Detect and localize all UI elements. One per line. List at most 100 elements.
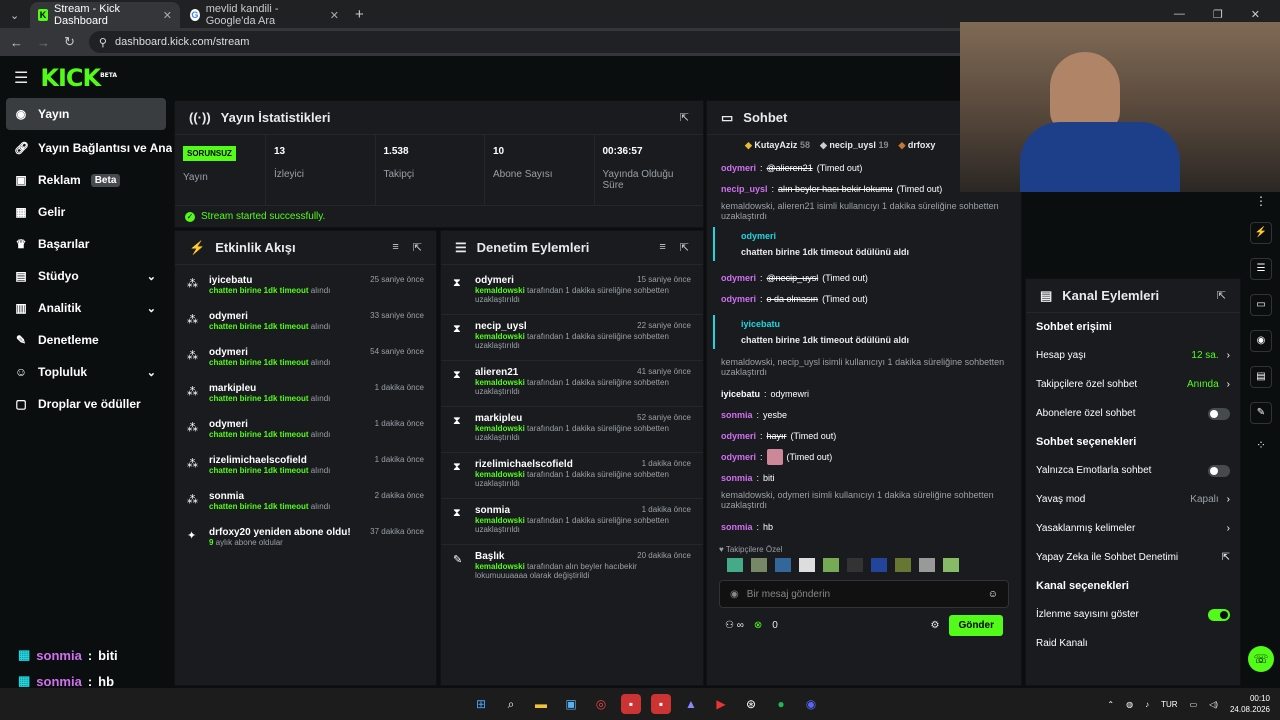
chat-username[interactable]: iyicebatu: [741, 319, 995, 329]
close-icon[interactable]: ✕: [330, 9, 339, 22]
sidebar-item-analytics[interactable]: ▥ Analitik ⌄: [0, 292, 172, 324]
filter-icon[interactable]: ≡: [659, 241, 665, 254]
steam-icon[interactable]: ⊛: [741, 694, 761, 714]
community-icon[interactable]: ⚇ ∞: [725, 620, 744, 631]
reload-icon[interactable]: ↻: [64, 34, 75, 50]
emoji-icon[interactable]: ☺: [988, 589, 998, 600]
emote-only-toggle[interactable]: [1208, 464, 1230, 477]
emote-icon[interactable]: [847, 558, 863, 572]
moderator-name[interactable]: kemaldowski: [475, 286, 525, 295]
tab-list-button[interactable]: ⌄: [2, 2, 28, 28]
emote-icon[interactable]: [751, 558, 767, 572]
chat-username[interactable]: odymeri: [721, 163, 756, 173]
chat-username[interactable]: sonmia: [721, 473, 753, 483]
emote-icon[interactable]: [823, 558, 839, 572]
chat-icon[interactable]: ▭: [1250, 294, 1272, 316]
search-icon[interactable]: ⌕: [501, 694, 521, 714]
sidebar-item-community[interactable]: ☺ Topluluk ⌄: [0, 356, 172, 388]
moderation-target[interactable]: odymeri: [475, 275, 514, 286]
chat-username[interactable]: necip_uysl: [721, 184, 768, 194]
sidebar-item-stream-key[interactable]: 🔗︎ Yayın Bağlantısı ve Anahtarı: [0, 132, 172, 164]
moderation-target[interactable]: Başlık: [475, 551, 504, 562]
language-indicator[interactable]: TUR: [1161, 700, 1177, 709]
activity-name[interactable]: drfoxy20 yeniden abone oldu!: [209, 527, 351, 538]
gifter[interactable]: ◆ necip_uysl 19: [820, 140, 888, 157]
emote-icon[interactable]: [943, 558, 959, 572]
gifter[interactable]: ◆ KutayAziz 58: [745, 140, 810, 157]
emote-icon[interactable]: [775, 558, 791, 572]
folder-icon[interactable]: ▬: [531, 694, 551, 714]
emote-icon[interactable]: [895, 558, 911, 572]
obs-app-icon[interactable]: ▪: [651, 694, 671, 714]
chat-username[interactable]: odymeri: [721, 273, 756, 283]
filter-icon[interactable]: ≡: [392, 241, 398, 254]
network-icon[interactable]: ▭: [1190, 700, 1198, 709]
chat-username[interactable]: sonmia: [721, 522, 753, 532]
gifter[interactable]: ◆ drfoxy: [898, 140, 935, 157]
subs-chat-toggle[interactable]: [1208, 407, 1230, 420]
activity-name[interactable]: markipleu: [209, 383, 330, 394]
chat-username[interactable]: odymeri: [721, 452, 756, 462]
sidebar-item-achievements[interactable]: ♛ Başarılar: [0, 228, 172, 260]
raid-row[interactable]: Raid Kanalı: [1026, 629, 1240, 658]
app-icon[interactable]: ▲: [681, 694, 701, 714]
microphone-icon[interactable]: ♪: [1145, 700, 1149, 709]
sidebar-item-yayin[interactable]: ◉ Yayın: [6, 98, 166, 130]
media-icon[interactable]: ▶: [711, 694, 731, 714]
channel-icon[interactable]: ▤: [1250, 366, 1272, 388]
photos-icon[interactable]: ▣: [561, 694, 581, 714]
discord-icon[interactable]: ◉: [801, 694, 821, 714]
chat-username[interactable]: odymeri: [741, 231, 995, 241]
close-window-icon[interactable]: ✕: [1251, 8, 1260, 21]
tray-chevron-icon[interactable]: ⌃: [1107, 700, 1114, 709]
moderator-name[interactable]: kemaldowski: [475, 332, 525, 341]
obs-app-icon[interactable]: ▪: [621, 694, 641, 714]
forward-icon[interactable]: →: [37, 35, 50, 50]
moderator-name[interactable]: kemaldowski: [475, 516, 525, 525]
ai-moderation-row[interactable]: Yapay Zeka ile Sohbet Denetimi ⇱: [1026, 543, 1240, 572]
moderation-target[interactable]: markipleu: [475, 413, 522, 424]
back-icon[interactable]: ←: [10, 35, 23, 50]
sidebar-item-revenue[interactable]: ▦ Gelir: [0, 196, 172, 228]
activity-name[interactable]: odymeri: [209, 419, 330, 430]
moderator-name[interactable]: kemaldowski: [475, 562, 525, 571]
emote-icon[interactable]: [727, 558, 743, 572]
spotify-icon[interactable]: ●: [771, 694, 791, 714]
popout-icon[interactable]: ⇱: [680, 111, 689, 124]
volume-icon[interactable]: ◁): [1209, 700, 1218, 709]
more-icon[interactable]: ⋮: [1255, 194, 1267, 208]
clock[interactable]: 00:10 24.08.2026: [1230, 693, 1270, 715]
menu-icon[interactable]: ☰: [14, 68, 28, 88]
site-info-icon[interactable]: ⚲: [99, 36, 107, 49]
url-input[interactable]: ⚲ dashboard.kick.com/stream: [88, 31, 989, 53]
help-icon[interactable]: ☏: [1248, 646, 1274, 672]
sidebar-item-moderation[interactable]: ✎ Denetleme: [0, 324, 172, 356]
moderation-target[interactable]: necip_uysl: [475, 321, 527, 332]
activity-name[interactable]: odymeri: [209, 311, 330, 322]
windows-start-icon[interactable]: ⊞: [471, 694, 491, 714]
popout-icon[interactable]: ⇱: [413, 241, 422, 254]
followers-chat-row[interactable]: Takipçilere özel sohbet Anında ›: [1026, 370, 1240, 399]
tray-app-icon[interactable]: ◍: [1126, 700, 1133, 709]
chat-username[interactable]: odymeri: [721, 431, 756, 441]
sidebar-item-ads[interactable]: ▣ Reklam Beta: [0, 164, 172, 196]
account-age-row[interactable]: Hesap yaşı 12 sa. ›: [1026, 341, 1240, 370]
emote-icon[interactable]: [871, 558, 887, 572]
close-icon[interactable]: ✕: [163, 9, 172, 22]
show-views-toggle[interactable]: [1208, 608, 1230, 621]
moderator-name[interactable]: kemaldowski: [475, 378, 525, 387]
emote-icon[interactable]: [799, 558, 815, 572]
tab-google-search[interactable]: G mevlid kandili - Google'da Ara ✕: [182, 2, 347, 28]
maximize-icon[interactable]: ❐: [1213, 8, 1223, 21]
chrome-icon[interactable]: ◎: [591, 694, 611, 714]
list-icon[interactable]: ☰: [1250, 258, 1272, 280]
chat-username[interactable]: iyicebatu: [721, 389, 760, 399]
moderator-name[interactable]: kemaldowski: [475, 470, 525, 479]
activity-name[interactable]: sonmia: [209, 491, 330, 502]
popout-icon[interactable]: ⇱: [680, 241, 689, 254]
minimize-icon[interactable]: —: [1174, 8, 1185, 21]
chat-username[interactable]: odymeri: [721, 294, 756, 304]
moderation-target[interactable]: alieren21: [475, 367, 518, 378]
emote-icon[interactable]: [919, 558, 935, 572]
activity-name[interactable]: iyicebatu: [209, 275, 330, 286]
